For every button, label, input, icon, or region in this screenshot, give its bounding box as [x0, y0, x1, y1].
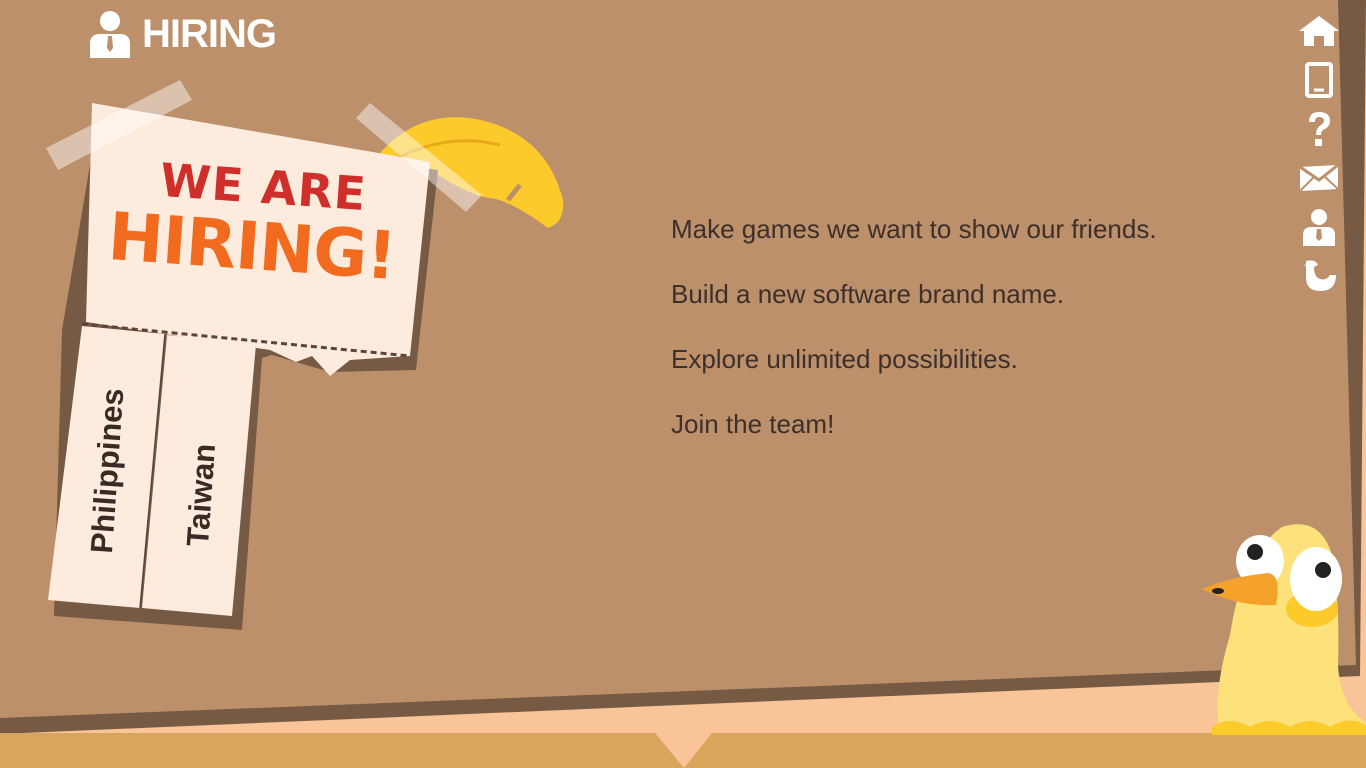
bottom-bar [0, 733, 1366, 768]
description-line: Join the team! [671, 409, 835, 439]
nav-faq[interactable] [1296, 104, 1342, 153]
nav-hiring[interactable] [1296, 202, 1342, 251]
notice-paper [46, 80, 564, 630]
nav-contact[interactable] [1296, 153, 1342, 202]
nav-about[interactable] [1296, 251, 1342, 300]
tablet-icon [1305, 61, 1333, 98]
question-icon [1309, 111, 1330, 146]
side-nav [1296, 6, 1342, 300]
description-line: Explore unlimited possibilities. [671, 344, 1018, 374]
description-line: Make games we want to show our friends. [671, 214, 1157, 244]
hiring-notice: WE ARE HIRING! Philippines Taiwan [0, 0, 620, 660]
home-icon [1299, 15, 1339, 46]
hiring-description: Make games we want to show our friends. … [671, 214, 1271, 474]
nav-tablet[interactable] [1296, 55, 1342, 104]
mail-icon [1299, 163, 1339, 192]
description-line: Build a new software brand name. [671, 279, 1065, 309]
duck-mascot [1202, 524, 1366, 735]
person-with-tie-icon [1303, 208, 1335, 246]
tab-taiwan[interactable]: Taiwan [180, 442, 223, 547]
nav-home[interactable] [1296, 6, 1342, 55]
bird-icon [1304, 260, 1336, 291]
